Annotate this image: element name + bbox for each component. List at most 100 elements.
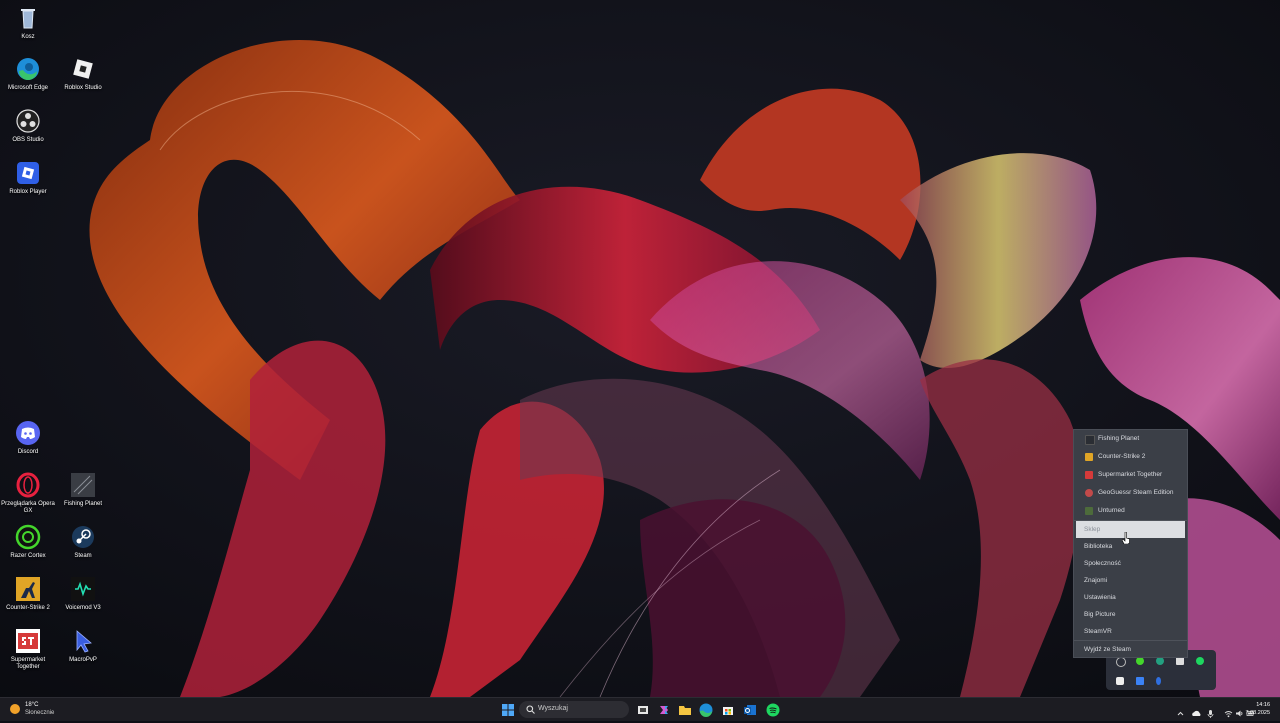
menu-item-label: Unturned	[1098, 507, 1125, 514]
desktop-icon-steam[interactable]: Steam	[55, 524, 111, 560]
task-view-icon	[638, 706, 648, 714]
razer-cortex-icon	[15, 524, 41, 550]
desktop-icon-label: Fishing Planet	[63, 501, 103, 507]
menu-item-label: GeoGuessr Steam Edition	[1098, 489, 1174, 496]
menu-item-label: Counter-Strike 2	[1098, 453, 1146, 460]
spotify-icon	[766, 703, 780, 717]
supermarket-together-icon	[15, 628, 41, 654]
outlook-button[interactable]	[742, 702, 758, 718]
roblox-studio-icon	[70, 56, 96, 82]
windows-icon	[502, 704, 514, 716]
recent-game-item[interactable]: Fishing Planet	[1074, 430, 1187, 448]
discord-tray-icon[interactable]	[1116, 677, 1124, 685]
bluetooth-tray-icon[interactable]	[1156, 677, 1161, 685]
desktop-icon-label: MacroPvP	[69, 657, 97, 663]
counter-strike-icon	[15, 576, 41, 602]
menu-item-label: Fishing Planet	[1098, 435, 1140, 442]
outlook-icon	[744, 705, 756, 715]
wifi-icon[interactable]	[1224, 705, 1233, 718]
search-icon	[526, 705, 535, 714]
sun-icon	[10, 704, 20, 714]
copilot-icon	[660, 706, 668, 714]
desktop-icon-label: Microsoft Edge	[7, 85, 49, 91]
desktop-icon-voicemod[interactable]: Voicemod V3	[55, 576, 111, 612]
menu-item-friends[interactable]: Znajomi	[1074, 572, 1187, 589]
weather-temp: 18°C	[25, 702, 39, 708]
desktop-icon-label: Supermarket Together	[10, 657, 46, 670]
geoguessr-icon	[1085, 489, 1093, 497]
desktop-icon-label: Counter-Strike 2	[6, 605, 50, 611]
steam-icon	[70, 524, 96, 550]
steam-tray-menu: Fishing Planet Counter-Strike 2 Supermar…	[1073, 429, 1188, 658]
unturned-icon	[1085, 507, 1093, 515]
clock-time: 14:16	[1256, 702, 1270, 708]
desktop-icon-label: Voicemod V3	[65, 605, 101, 611]
voicemod-tray-icon[interactable]	[1156, 657, 1164, 665]
chevron-up-icon[interactable]	[1176, 705, 1185, 716]
desktop-icon-edge[interactable]: Microsoft Edge	[0, 56, 56, 92]
desktop-icon-counter-strike[interactable]: Counter-Strike 2	[0, 576, 56, 612]
copilot-button[interactable]	[656, 702, 672, 718]
desktop-icon-label: Roblox Studio	[64, 85, 102, 91]
recent-game-item[interactable]: GeoGuessr Steam Edition	[1074, 484, 1187, 502]
cursor-icon	[70, 628, 96, 654]
system-tray: 14:16 7.08.2025	[1150, 698, 1280, 721]
edge-icon	[699, 703, 713, 717]
onedrive-icon[interactable]	[1192, 705, 1201, 716]
recent-game-item[interactable]: Unturned	[1074, 502, 1187, 520]
store-icon	[723, 707, 733, 715]
menu-item-big-picture[interactable]: Big Picture	[1074, 606, 1187, 623]
counter-strike-icon	[1085, 453, 1093, 461]
desktop-icon-supermarket-together[interactable]: Supermarket Together	[0, 628, 56, 671]
supermarket-together-icon	[1085, 471, 1093, 479]
obs-tray-icon[interactable]	[1116, 657, 1126, 667]
desktop-icon-recycle-bin[interactable]: Kosz	[0, 5, 56, 41]
hand-cursor-icon	[1121, 531, 1130, 545]
recent-game-item[interactable]: Counter-Strike 2	[1074, 448, 1187, 466]
discord-icon	[15, 420, 41, 446]
recycle-bin-icon	[15, 5, 41, 31]
roblox-player-icon	[15, 160, 41, 186]
desktop-icon-label: Steam	[74, 553, 92, 559]
file-explorer-button[interactable]	[677, 702, 693, 718]
fishing-planet-icon	[1085, 435, 1095, 445]
folder-icon	[679, 706, 691, 715]
steam-tray-icon[interactable]	[1176, 657, 1184, 665]
menu-item-steamvr[interactable]: SteamVR	[1074, 623, 1187, 640]
search-input[interactable]: Wyszukaj	[519, 701, 629, 718]
desktop-icon-roblox-player[interactable]: Roblox Player	[0, 160, 56, 196]
edge-taskbar-button[interactable]	[698, 702, 714, 718]
voicemod-icon	[70, 576, 96, 602]
spotify-tray-icon[interactable]	[1196, 657, 1204, 665]
desktop-icon-label: Przeglądarka Opera GX	[1, 501, 55, 514]
recent-game-item[interactable]: Supermarket Together	[1074, 466, 1187, 484]
razer-tray-icon[interactable]	[1136, 657, 1144, 665]
microphone-icon[interactable]	[1206, 705, 1215, 718]
desktop-icon-macropvp[interactable]: MacroPvP	[55, 628, 111, 664]
desktop-icon-roblox-studio[interactable]: Roblox Studio	[55, 56, 111, 92]
menu-item-settings[interactable]: Ustawienia	[1074, 589, 1187, 606]
menu-item-label: Supermarket Together	[1098, 471, 1163, 478]
fishing-planet-icon	[70, 472, 96, 498]
desktop-icon-opera-gx[interactable]: Przeglądarka Opera GX	[0, 472, 56, 515]
task-view-button[interactable]	[635, 702, 651, 718]
speaker-icon[interactable]	[1235, 705, 1244, 717]
desktop-icon-discord[interactable]: Discord	[0, 420, 56, 456]
menu-item-exit-steam[interactable]: Wyjdź ze Steam	[1074, 641, 1187, 658]
spotify-button[interactable]	[765, 702, 781, 718]
desktop-icon-razer-cortex[interactable]: Razer Cortex	[0, 524, 56, 560]
store-button[interactable]	[720, 702, 736, 718]
desktop-icon-fishing-planet[interactable]: Fishing Planet	[55, 472, 111, 508]
desktop-icon-label: Discord	[17, 449, 39, 455]
desktop-icon-label: Kosz	[21, 34, 35, 40]
opera-gx-icon	[15, 472, 41, 498]
app-tray-icon[interactable]	[1136, 677, 1144, 685]
menu-item-community[interactable]: Społeczność	[1074, 555, 1187, 572]
menu-item-store[interactable]: Sklep	[1076, 521, 1185, 538]
desktop-icon-label: Razer Cortex	[10, 553, 46, 559]
menu-item-library[interactable]: Biblioteka	[1074, 538, 1187, 555]
clock[interactable]: 14:16 7.08.2025	[1246, 701, 1270, 717]
desktop-icon-obs[interactable]: OBS Studio	[0, 108, 56, 144]
start-button[interactable]	[500, 702, 516, 718]
clock-date: 7.08.2025	[1245, 710, 1270, 716]
